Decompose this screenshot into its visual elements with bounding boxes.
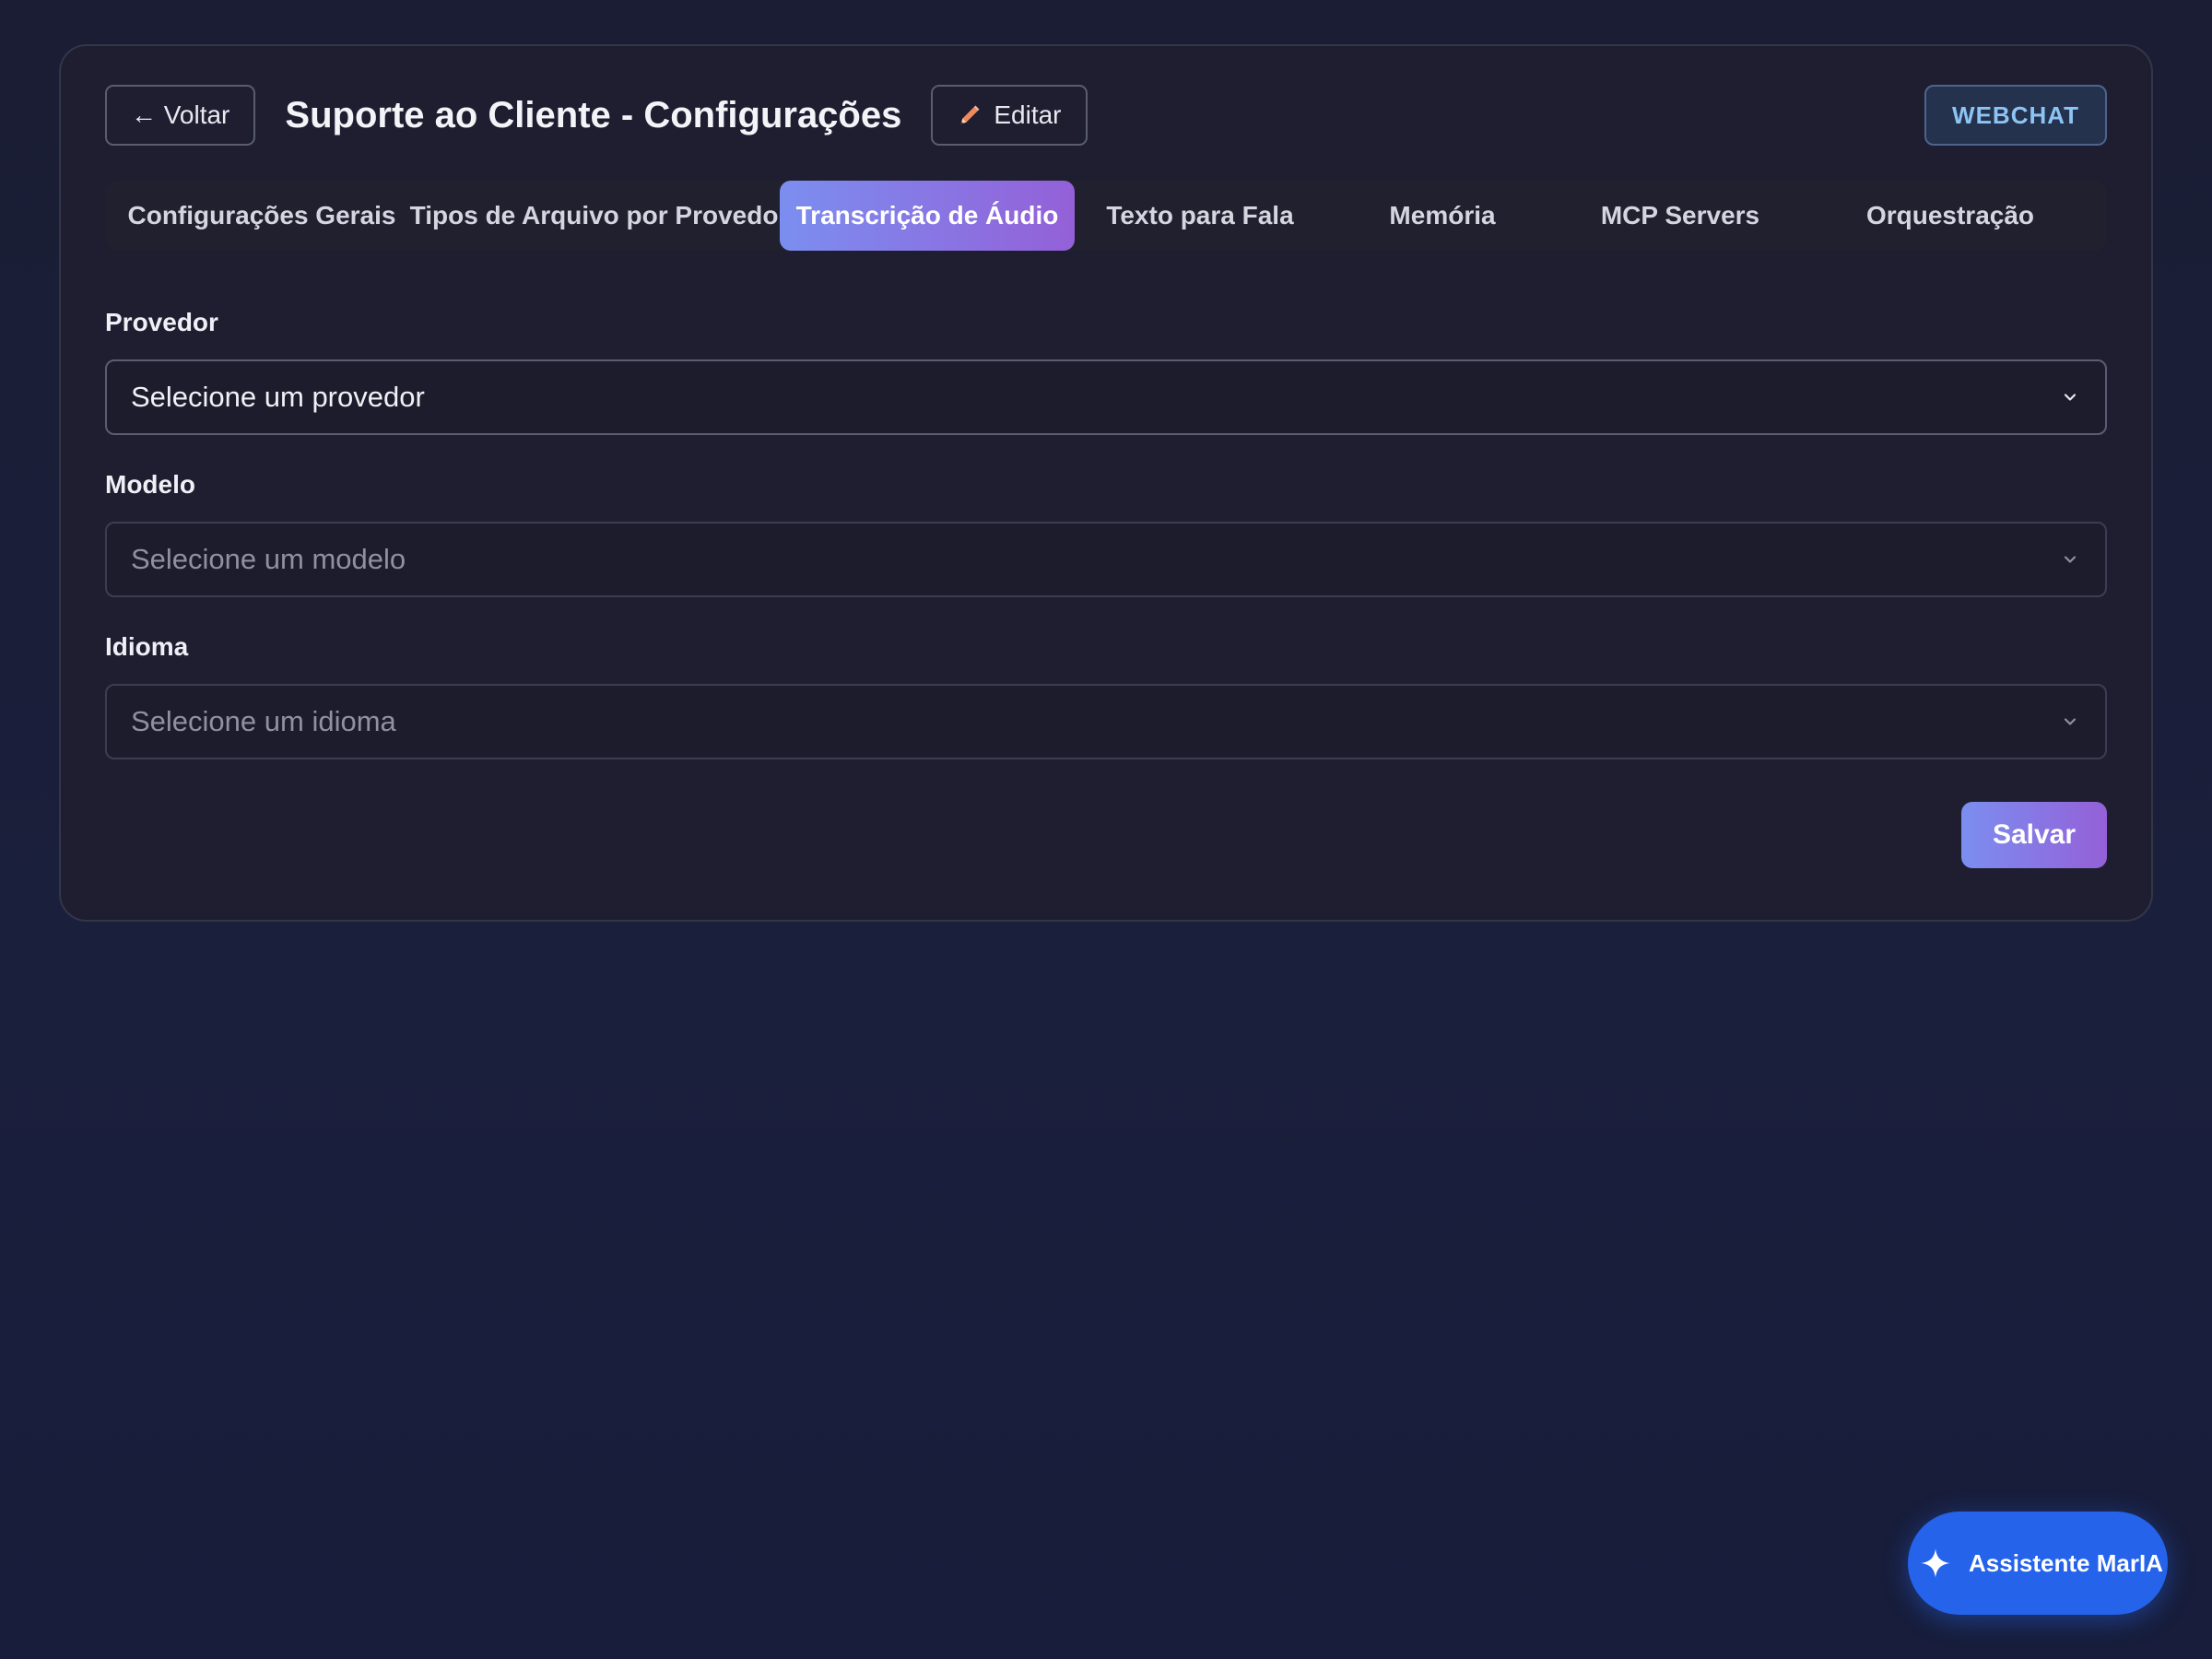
model-label: Modelo	[105, 470, 195, 499]
tab-label: Orquestração	[1865, 201, 2035, 229]
language-field: Idioma Selecione um idioma	[105, 630, 2107, 759]
channel-badge[interactable]: WEBCHAT	[1924, 85, 2107, 146]
page-title: Suporte ao Cliente - Configurações	[285, 94, 902, 135]
tab-orchestration[interactable]: Orquestração	[1801, 181, 2100, 251]
model-select-value: Selecione um modelo	[131, 543, 406, 575]
tab-label: Transcrição de Áudio	[795, 201, 1059, 229]
sparkle-icon	[1921, 1548, 1950, 1578]
tab-label: Tipos de Arquivo por Provedor	[409, 201, 789, 229]
back-button-label: ← Voltar	[131, 100, 230, 129]
chevron-down-icon	[2064, 394, 2077, 401]
edit-button-label: Editar	[994, 100, 1062, 129]
header: ← Voltar Suporte ao Cliente - Configuraç…	[105, 85, 2107, 146]
tab-memory[interactable]: Memória	[1325, 181, 1559, 251]
edit-button[interactable]: Editar	[931, 85, 1088, 146]
assistant-button-label: Assistente MarIA	[1969, 1548, 2163, 1577]
language-label: Idioma	[105, 632, 189, 661]
tab-bar: Configurações Gerais Tipos de Arquivo po…	[105, 181, 2107, 251]
tab-text-to-speech[interactable]: Texto para Fala	[1075, 181, 1325, 251]
tab-audio-transcription[interactable]: Transcrição de Áudio	[780, 181, 1075, 251]
model-field: Modelo Selecione um modelo	[105, 468, 2107, 597]
tab-file-types[interactable]: Tipos de Arquivo por Provedor	[410, 181, 789, 251]
settings-card: ← Voltar Suporte ao Cliente - Configuraç…	[59, 44, 2153, 922]
language-select[interactable]: Selecione um idioma	[105, 684, 2107, 759]
tab-mcp-servers[interactable]: MCP Servers	[1559, 181, 1801, 251]
assistant-button[interactable]: Assistente MarIA	[1908, 1512, 2168, 1615]
chevron-down-icon	[2064, 718, 2077, 725]
save-button[interactable]: Salvar	[1961, 802, 2107, 868]
provider-select[interactable]: Selecione um provedor	[105, 359, 2107, 435]
pencil-icon	[961, 105, 980, 124]
tab-label: Configurações Gerais	[127, 201, 396, 229]
chevron-down-icon	[2064, 556, 2077, 563]
tab-label: Texto para Fala	[1106, 201, 1294, 229]
tab-label: Memória	[1389, 201, 1496, 229]
tab-label: MCP Servers	[1600, 201, 1760, 229]
model-select[interactable]: Selecione um modelo	[105, 522, 2107, 597]
provider-label: Provedor	[105, 308, 218, 336]
language-select-value: Selecione um idioma	[131, 705, 396, 737]
provider-select-value: Selecione um provedor	[131, 381, 425, 413]
provider-field: Provedor Selecione um provedor	[105, 306, 2107, 435]
back-button[interactable]: ← Voltar	[105, 85, 256, 146]
tab-general-settings[interactable]: Configurações Gerais	[105, 181, 418, 251]
